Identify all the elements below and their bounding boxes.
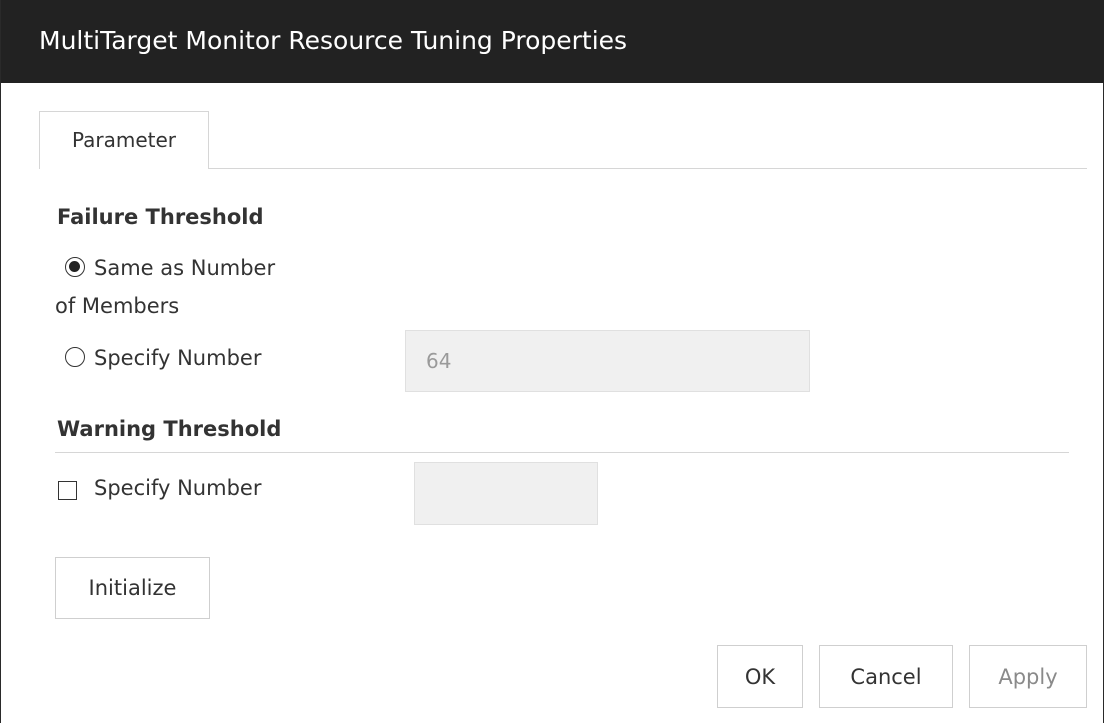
warning-specify-number-checkbox[interactable] <box>58 481 77 500</box>
failure-threshold-heading: Failure Threshold <box>57 205 264 229</box>
tuning-properties-dialog: MultiTarget Monitor Resource Tuning Prop… <box>0 0 1104 723</box>
same-as-members-label-line2: of Members <box>55 294 180 318</box>
warning-threshold-number-input[interactable] <box>414 462 598 525</box>
warning-threshold-heading: Warning Threshold <box>57 417 282 441</box>
warning-threshold-divider <box>55 452 1069 453</box>
initialize-button[interactable]: Initialize <box>55 557 210 619</box>
apply-button[interactable]: Apply <box>969 645 1087 708</box>
same-as-members-label-line1: Same as Number <box>94 256 276 280</box>
tab-strip-line <box>209 168 1087 169</box>
warning-specify-number-label: Specify Number <box>94 476 262 500</box>
ok-button[interactable]: OK <box>717 645 803 708</box>
title-bar: MultiTarget Monitor Resource Tuning Prop… <box>1 0 1104 83</box>
failure-threshold-number-input[interactable] <box>405 330 810 392</box>
specify-number-radio[interactable] <box>65 347 85 367</box>
tab-parameter[interactable]: Parameter <box>39 111 209 169</box>
dialog-title: MultiTarget Monitor Resource Tuning Prop… <box>39 26 628 55</box>
cancel-button[interactable]: Cancel <box>819 645 953 708</box>
same-as-members-radio[interactable] <box>65 257 85 277</box>
specify-number-label: Specify Number <box>94 346 262 370</box>
